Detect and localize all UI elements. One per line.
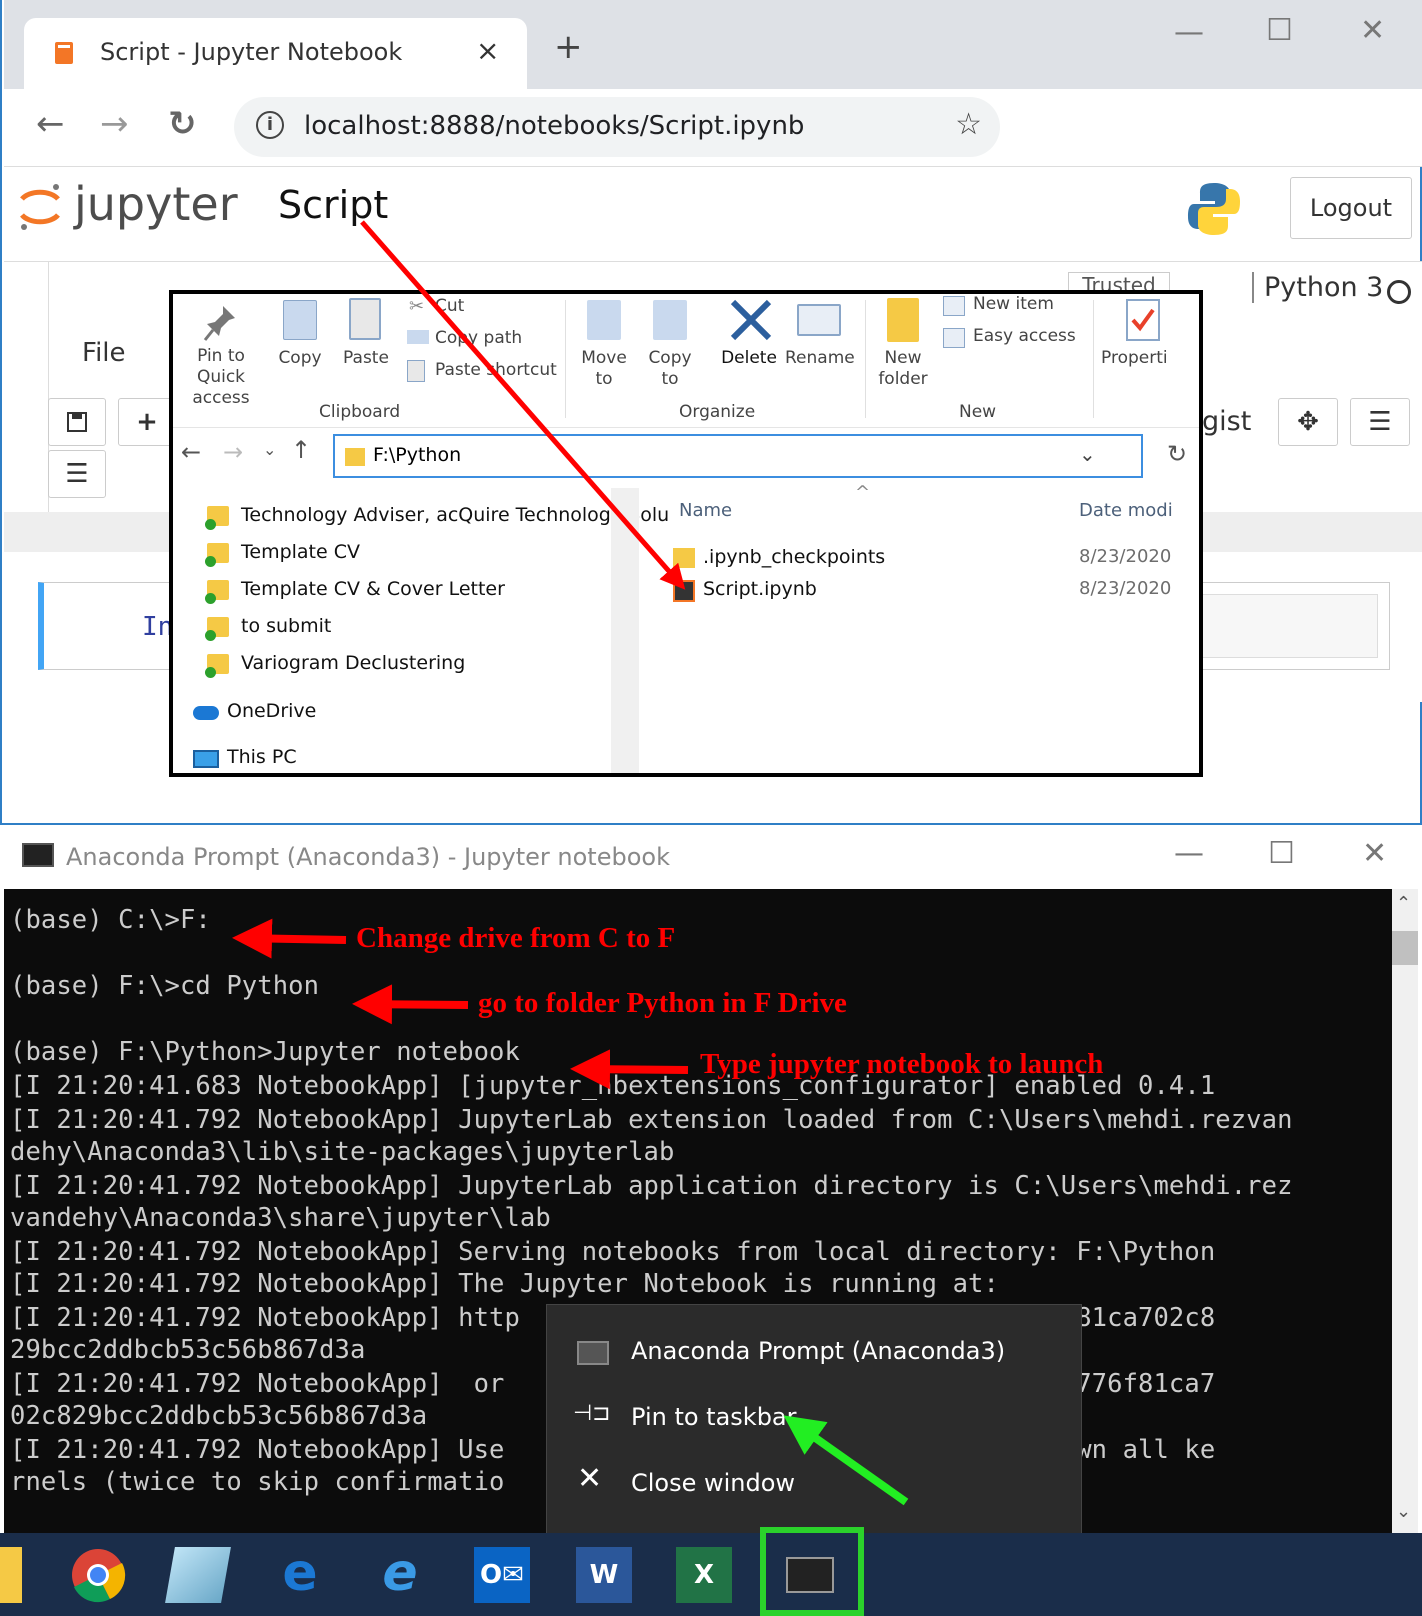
annotation-arrows	[232, 220, 909, 1506]
arrow-change-drive	[232, 918, 347, 959]
arrow-jupyter-notebook	[570, 1049, 689, 1090]
arrow-script-to-file	[360, 220, 686, 590]
arrow-cd-python	[352, 984, 469, 1025]
arrow-pin-to-taskbar	[783, 1415, 909, 1506]
